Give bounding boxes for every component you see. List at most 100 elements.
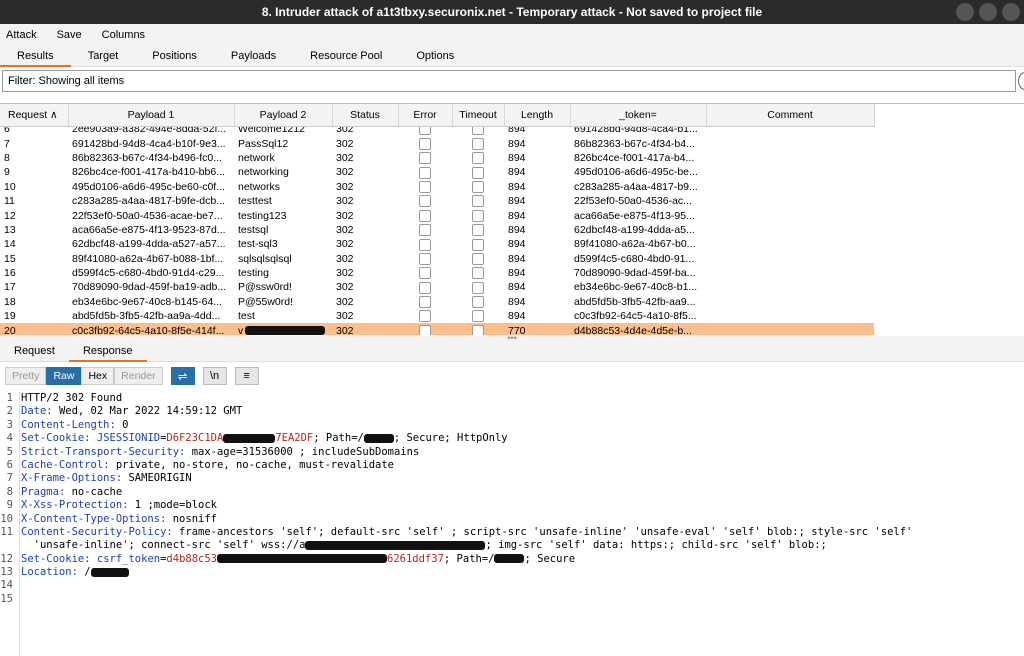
filter-bar[interactable]: Filter: Showing all items [2, 70, 1016, 92]
hex-button[interactable]: Hex [81, 367, 115, 385]
cell-comment[interactable] [706, 136, 874, 150]
error-checkbox[interactable] [419, 267, 431, 280]
error-checkbox[interactable] [419, 252, 431, 265]
column-header-timeout[interactable]: Timeout [452, 104, 505, 127]
error-checkbox[interactable] [419, 195, 431, 208]
timeout-checkbox[interactable] [472, 281, 484, 294]
tab-positions[interactable]: Positions [135, 45, 214, 67]
cell-comment[interactable] [706, 208, 874, 222]
table-row[interactable]: 9 826bc4ce-f001-417a-b410-bb6... networkin… [0, 165, 874, 179]
timeout-checkbox[interactable] [472, 224, 484, 237]
timeout-checkbox[interactable] [472, 152, 484, 165]
redacted-mark [223, 433, 276, 443]
help-icon[interactable] [1018, 72, 1024, 90]
table-row[interactable]: 6 2ee903a9-a382-494e-8dda-52f... Welcome12… [0, 127, 874, 136]
cell-comment[interactable] [706, 323, 874, 335]
cell-comment[interactable] [706, 151, 874, 165]
cell-comment[interactable] [706, 194, 874, 208]
table-row[interactable]: 11 c283a285-a4aa-4817-b9fe-dcb... testtest… [0, 194, 874, 208]
column-header-request[interactable]: Request ∧ [0, 104, 69, 127]
timeout-checkbox[interactable] [472, 252, 484, 265]
pretty-button[interactable]: Pretty [5, 367, 47, 385]
cell-request: 8 [4, 151, 10, 164]
table-row[interactable]: 8 86b82363-b67c-4f34-b496-fc0... network 30… [0, 151, 874, 165]
menu-save[interactable]: Save [57, 29, 82, 41]
tab-request[interactable]: Request [0, 340, 69, 362]
table-row[interactable]: 13 aca66a5e-e875-4f13-9523-87d... testsql 3… [0, 223, 874, 237]
error-checkbox[interactable] [419, 127, 431, 136]
timeout-checkbox[interactable] [472, 267, 484, 280]
column-header-error[interactable]: Error [398, 104, 453, 127]
table-row[interactable]: 15 89f41080-a62a-4b67-b088-1bf... sqlsqlsq… [0, 252, 874, 266]
cell-timeout [452, 266, 504, 280]
line-number: 11 [0, 525, 13, 538]
cell-comment[interactable] [706, 266, 874, 280]
timeout-checkbox[interactable] [472, 195, 484, 208]
minimize-button[interactable] [956, 3, 974, 21]
column-header-status[interactable]: Status [332, 104, 399, 127]
error-checkbox[interactable] [419, 238, 431, 251]
tab-results[interactable]: Results [0, 45, 71, 67]
error-checkbox[interactable] [419, 281, 431, 294]
table-row[interactable]: 19 abd5fd5b-3fb5-42fb-aa9a-4dd... test 302 8… [0, 309, 874, 323]
cell-comment[interactable] [706, 280, 874, 294]
error-checkbox[interactable] [419, 224, 431, 237]
timeout-checkbox[interactable] [472, 296, 484, 309]
tab-options[interactable]: Options [399, 45, 471, 67]
timeout-checkbox[interactable] [472, 166, 484, 179]
timeout-checkbox[interactable] [472, 180, 484, 193]
table-row[interactable]: 16 d599f4c5-c680-4bd0-91d4-c29... testing 3… [0, 266, 874, 280]
error-checkbox[interactable] [419, 296, 431, 309]
table-row[interactable]: 14 62dbcf48-a199-4dda-a527-a57... test-sql… [0, 237, 874, 251]
maximize-button[interactable] [979, 3, 997, 21]
line-gutter [19, 392, 20, 656]
column-header-payload2[interactable]: Payload 2 [234, 104, 333, 127]
error-checkbox[interactable] [419, 166, 431, 179]
timeout-checkbox[interactable] [472, 209, 484, 222]
cell-comment[interactable] [706, 252, 874, 266]
timeout-checkbox[interactable] [472, 137, 484, 150]
table-row[interactable]: 12 22f53ef0-50a0-4536-acae-be7... testing1… [0, 208, 874, 222]
cell-comment[interactable] [706, 295, 874, 309]
column-header-payload1[interactable]: Payload 1 [68, 104, 235, 127]
timeout-checkbox[interactable] [472, 238, 484, 251]
menu-attack[interactable]: Attack [6, 29, 37, 41]
table-row[interactable]: 10 495d0106-a6d6-495c-be60-c0f... networks… [0, 180, 874, 194]
table-row[interactable]: 18 eb34e6bc-9e67-40c8-b145-64... P@55w0rd!… [0, 295, 874, 309]
error-checkbox[interactable] [419, 152, 431, 165]
error-checkbox[interactable] [419, 137, 431, 150]
tab-response[interactable]: Response [68, 340, 147, 362]
results-table: Request ∧ Payload 1 Payload 2 Status Err… [0, 103, 1024, 335]
column-header-length[interactable]: Length [504, 104, 571, 127]
render-button[interactable]: Render [114, 367, 163, 385]
show-newlines-button[interactable]: \n [202, 367, 227, 385]
tab-target[interactable]: Target [71, 45, 136, 67]
menu-icon[interactable]: ≡ [234, 367, 259, 385]
column-header-comment[interactable]: Comment [706, 104, 875, 127]
table-row[interactable]: 7 691428bd-94d8-4ca4-b10f-9e3... PassSql12… [0, 136, 874, 150]
cell-comment[interactable] [706, 309, 874, 323]
timeout-checkbox[interactable] [472, 310, 484, 323]
close-button[interactable] [1002, 3, 1020, 21]
cell-comment[interactable] [706, 223, 874, 237]
menu-columns[interactable]: Columns [102, 29, 145, 41]
timeout-checkbox[interactable] [472, 127, 484, 136]
error-checkbox[interactable] [419, 324, 431, 335]
cell-comment[interactable] [706, 127, 874, 136]
tab-payloads[interactable]: Payloads [214, 45, 293, 67]
table-row[interactable]: 20 c0c3fb92-64c5-4a10-8f5e-414f... v 302 770… [0, 323, 874, 335]
cell-comment[interactable] [706, 180, 874, 194]
error-checkbox[interactable] [419, 310, 431, 323]
raw-button[interactable]: Raw [46, 367, 82, 385]
cell-comment[interactable] [706, 237, 874, 251]
cell-payload2: PassSql12 [238, 137, 289, 150]
error-checkbox[interactable] [419, 180, 431, 193]
table-row[interactable]: 17 70d89090-9dad-459f-ba19-adb... P@ssw0rd… [0, 280, 874, 294]
tab-resource-pool[interactable]: Resource Pool [293, 45, 399, 67]
timeout-checkbox[interactable] [472, 324, 484, 335]
cell-comment[interactable] [706, 165, 874, 179]
wrap-lines-icon[interactable]: ⇌ [170, 367, 195, 385]
error-checkbox[interactable] [419, 209, 431, 222]
response-editor[interactable]: 1 HTTP/2 302 Found 2 Date: Wed, 02 Mar 2022… [0, 392, 1024, 656]
column-header-token[interactable]: _token= [570, 104, 707, 127]
